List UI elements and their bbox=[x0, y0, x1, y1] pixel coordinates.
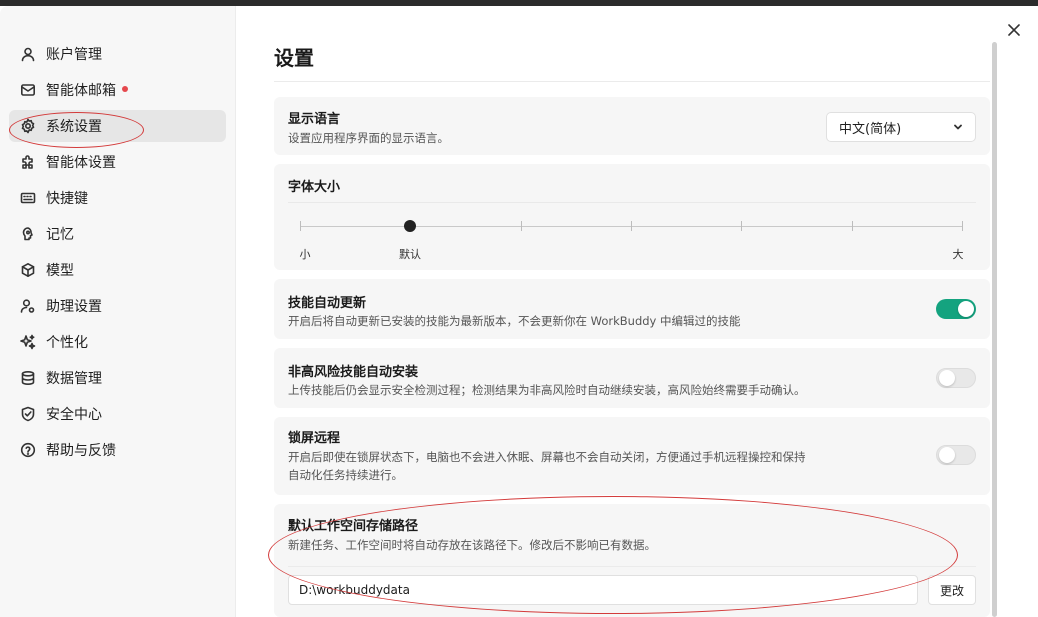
slider-tick bbox=[851, 221, 853, 231]
auto-install-low-risk-card: 非高风险技能自动安装 上传技能后仍会显示安全检测过程；检测结果为非高风险时自动继… bbox=[274, 348, 990, 408]
lock-screen-description-line2: 自动化任务持续进行。 bbox=[288, 468, 403, 482]
sidebar-item-account[interactable]: 账户管理 bbox=[9, 38, 226, 70]
puzzle-icon bbox=[19, 153, 37, 171]
cube-icon bbox=[19, 261, 37, 279]
settings-window: 账户管理 智能体邮箱 系统设置 智能体设置 快捷键 记忆 模型 助理设置 个性化… bbox=[0, 6, 1038, 617]
workspace-path-card: 默认工作空间存储路径 新建任务、工作空间时将自动存放在该路径下。修改后不影响已有… bbox=[274, 504, 990, 617]
sidebar-item-label: 模型 bbox=[46, 263, 74, 279]
gear-icon bbox=[19, 117, 37, 135]
sidebar-item-memory[interactable]: 记忆 bbox=[9, 218, 226, 250]
sidebar-item-label: 数据管理 bbox=[46, 371, 102, 387]
title-divider bbox=[274, 81, 990, 82]
font-size-slider[interactable] bbox=[274, 164, 990, 270]
sidebar-item-agent-mailbox[interactable]: 智能体邮箱 bbox=[9, 74, 226, 106]
slider-thumb[interactable] bbox=[404, 220, 417, 232]
sidebar-item-label: 个性化 bbox=[46, 335, 88, 351]
sidebar-item-agent-settings[interactable]: 智能体设置 bbox=[9, 146, 226, 178]
user-icon bbox=[19, 45, 37, 63]
toggle-knob bbox=[939, 447, 955, 463]
sidebar-item-security-center[interactable]: 安全中心 bbox=[9, 398, 226, 430]
sidebar-item-label: 快捷键 bbox=[46, 191, 88, 207]
keyboard-icon bbox=[19, 189, 37, 207]
sidebar: 账户管理 智能体邮箱 系统设置 智能体设置 快捷键 记忆 模型 助理设置 个性化… bbox=[0, 6, 236, 617]
language-selected-value: 中文(简体) bbox=[839, 121, 902, 137]
mail-icon bbox=[19, 81, 37, 99]
workspace-path-input[interactable] bbox=[288, 575, 918, 605]
chevron-down-icon bbox=[954, 124, 962, 130]
language-setting-card: 显示语言 设置应用程序界面的显示语言。 中文(简体) bbox=[274, 97, 990, 155]
sidebar-item-personalization[interactable]: 个性化 bbox=[9, 326, 226, 358]
slider-tick bbox=[962, 221, 963, 231]
language-description: 设置应用程序界面的显示语言。 bbox=[288, 131, 449, 145]
sidebar-item-help-feedback[interactable]: 帮助与反馈 bbox=[9, 434, 226, 466]
sidebar-item-assistant-settings[interactable]: 助理设置 bbox=[9, 290, 226, 322]
sidebar-item-label: 智能体邮箱 bbox=[46, 83, 116, 99]
sidebar-item-shortcuts[interactable]: 快捷键 bbox=[9, 182, 226, 214]
page-title: 设置 bbox=[274, 46, 314, 70]
auto-install-description: 上传技能后仍会显示安全检测过程；检测结果为非高风险时自动继续安装，高风险始终需要… bbox=[288, 383, 806, 397]
change-path-button[interactable]: 更改 bbox=[928, 575, 976, 605]
scrollbar[interactable] bbox=[992, 42, 997, 617]
workspace-path-divider bbox=[288, 566, 976, 567]
slider-tick bbox=[631, 221, 632, 231]
sidebar-item-model[interactable]: 模型 bbox=[9, 254, 226, 286]
workspace-path-description: 新建任务、工作空间时将自动存放在该路径下。修改后不影响已有数据。 bbox=[288, 538, 656, 552]
sidebar-item-label: 帮助与反馈 bbox=[46, 443, 116, 459]
auto-update-title: 技能自动更新 bbox=[288, 296, 367, 311]
toggle-knob bbox=[958, 301, 974, 317]
slider-tick bbox=[741, 221, 743, 231]
slider-tick bbox=[520, 221, 522, 231]
slider-tick bbox=[300, 221, 301, 231]
auto-update-description: 开启后将自动更新已安装的技能为最新版本，不会更新你在 WorkBuddy 中编辑… bbox=[288, 314, 741, 328]
brain-icon bbox=[19, 225, 37, 243]
sidebar-item-system-settings[interactable]: 系统设置 bbox=[9, 110, 226, 142]
workspace-path-title: 默认工作空间存储路径 bbox=[288, 519, 419, 534]
font-size-card: 字体大小 小 默认 大 bbox=[274, 164, 990, 270]
auto-update-toggle[interactable] bbox=[936, 299, 976, 319]
auto-install-title: 非高风险技能自动安装 bbox=[288, 365, 419, 380]
user-gear-icon bbox=[19, 297, 37, 315]
lock-screen-toggle[interactable] bbox=[936, 445, 976, 465]
slider-min-label: 小 bbox=[299, 248, 311, 261]
lock-screen-remote-card: 锁屏远程 开启后即使在锁屏状态下，电脑也不会进入休眠、屏幕也不会自动关闭，方便通… bbox=[274, 417, 990, 495]
lock-screen-title: 锁屏远程 bbox=[288, 431, 341, 446]
language-select[interactable]: 中文(简体) bbox=[826, 112, 976, 142]
sidebar-item-label: 账户管理 bbox=[46, 47, 102, 63]
notification-dot bbox=[122, 86, 128, 92]
slider-default-label: 默认 bbox=[399, 248, 421, 261]
auto-update-skills-card: 技能自动更新 开启后将自动更新已安装的技能为最新版本，不会更新你在 WorkBu… bbox=[274, 279, 990, 339]
shield-icon bbox=[19, 405, 37, 423]
database-icon bbox=[19, 369, 37, 387]
sidebar-item-label: 记忆 bbox=[46, 227, 74, 243]
slider-max-label: 大 bbox=[952, 248, 964, 261]
toggle-knob bbox=[939, 370, 955, 386]
help-icon bbox=[19, 441, 37, 459]
close-icon bbox=[1008, 24, 1020, 36]
sidebar-item-label: 智能体设置 bbox=[46, 155, 116, 171]
sidebar-item-label: 系统设置 bbox=[46, 119, 102, 135]
lock-screen-description-line1: 开启后即使在锁屏状态下，电脑也不会进入休眠、屏幕也不会自动关闭，方便通过手机远程… bbox=[288, 450, 806, 464]
sidebar-item-label: 助理设置 bbox=[46, 299, 102, 315]
sparkle-icon bbox=[19, 333, 37, 351]
close-button[interactable] bbox=[1004, 20, 1024, 40]
auto-install-toggle[interactable] bbox=[936, 368, 976, 388]
settings-main-panel: 设置 显示语言 设置应用程序界面的显示语言。 中文(简体) 字体大小 小 默认 … bbox=[236, 6, 1038, 617]
sidebar-item-label: 安全中心 bbox=[46, 407, 102, 423]
sidebar-item-data-management[interactable]: 数据管理 bbox=[9, 362, 226, 394]
language-title: 显示语言 bbox=[288, 112, 341, 127]
